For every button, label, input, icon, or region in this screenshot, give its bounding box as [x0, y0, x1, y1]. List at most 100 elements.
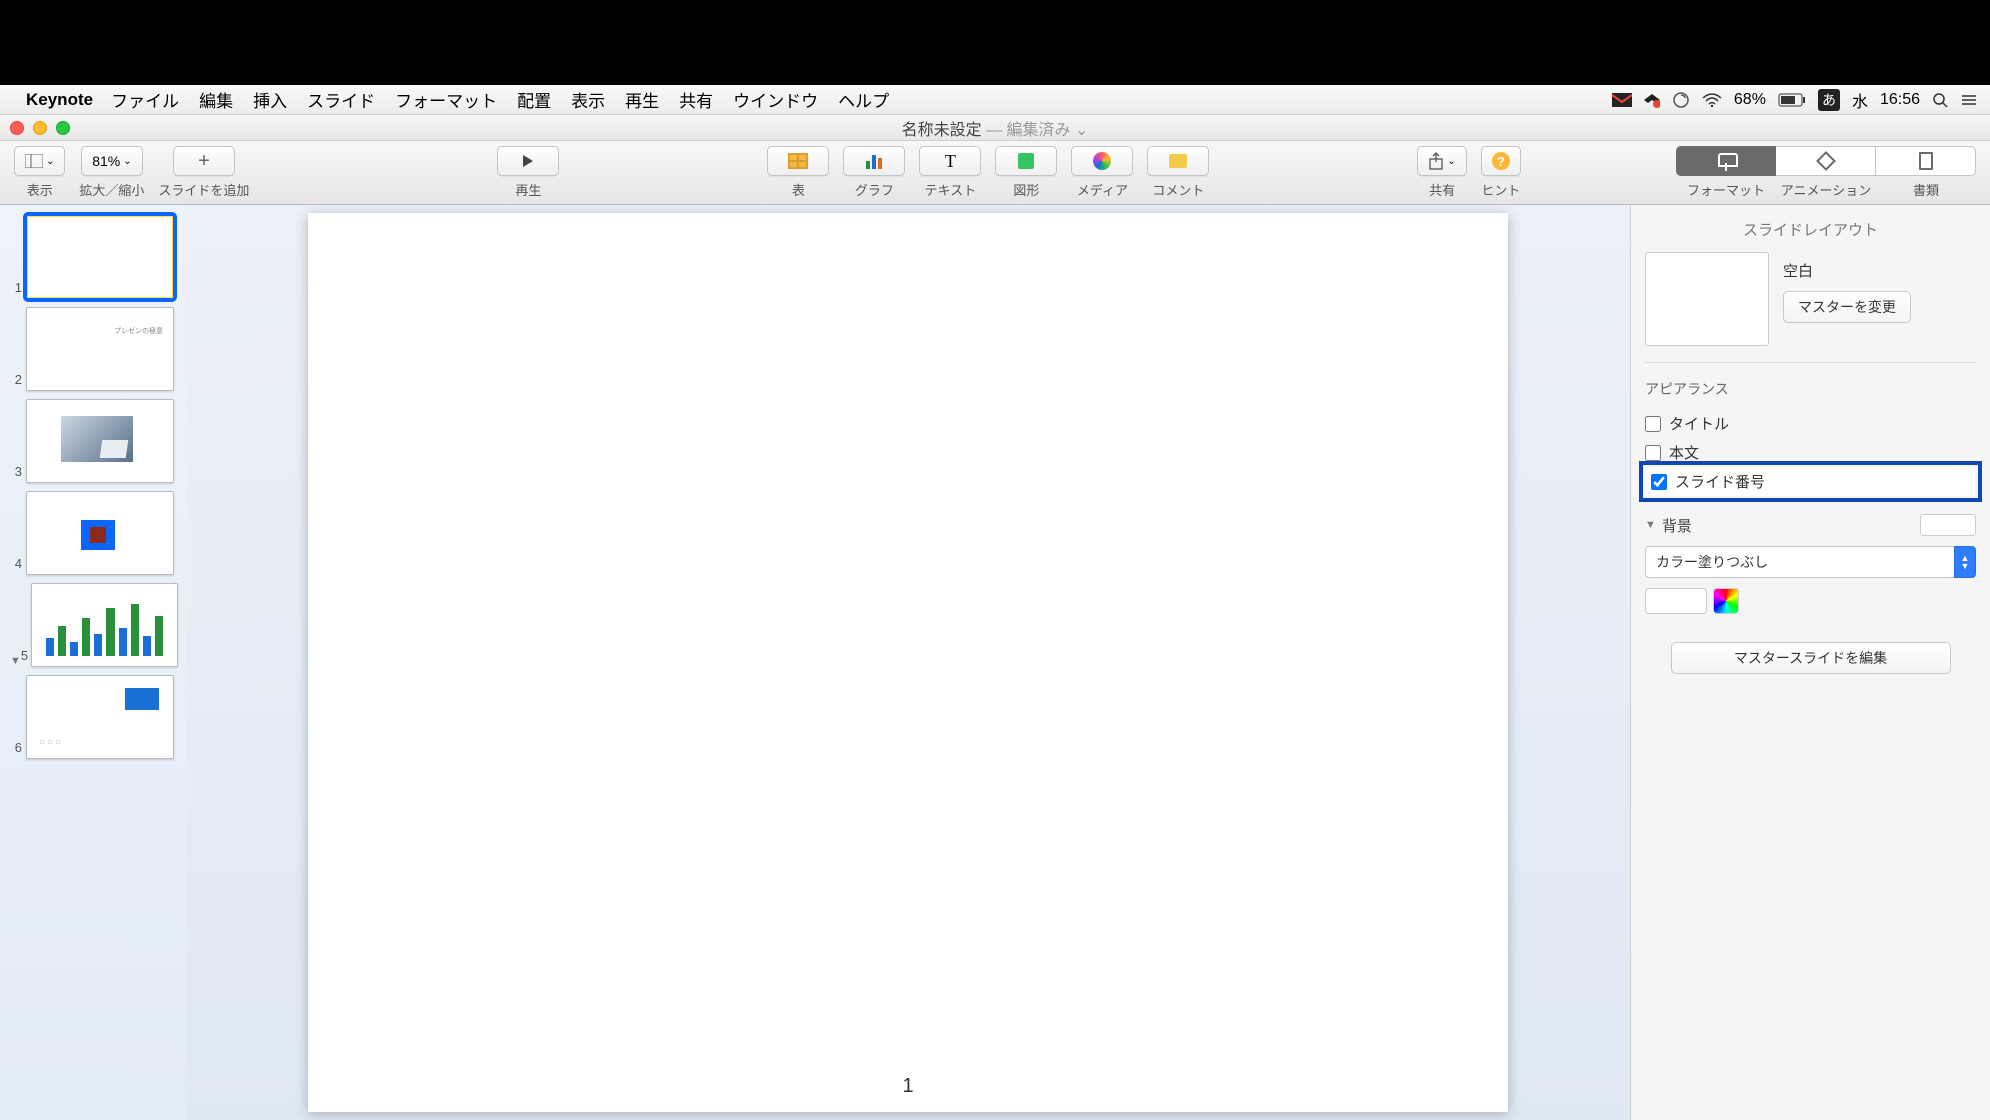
view-button-group: ⌄ 表示: [14, 146, 65, 199]
layout-preview: [1645, 252, 1769, 346]
fill-type-dropdown[interactable]: カラー塗りつぶし ▲▼: [1645, 546, 1976, 578]
menu-help[interactable]: ヘルプ: [838, 87, 889, 112]
slide-navigator[interactable]: 1 2 プレゼンの極意 3 4 ▼ 5: [0, 205, 186, 1120]
hint-button[interactable]: ?: [1481, 146, 1521, 176]
animation-tab[interactable]: [1776, 146, 1876, 176]
slide-number-label: 5: [21, 648, 31, 667]
play-button[interactable]: [497, 146, 559, 176]
format-tab-label: フォーマット: [1676, 180, 1776, 199]
table-button[interactable]: [767, 146, 829, 176]
window-zoom-button[interactable]: [56, 121, 70, 135]
menu-share[interactable]: 共有: [679, 87, 713, 112]
slide-thumbnail[interactable]: ○○○: [26, 675, 174, 759]
collapse-arrow-icon[interactable]: ▼: [4, 655, 21, 667]
menu-window[interactable]: ウインドウ: [733, 87, 818, 112]
chart-button[interactable]: [843, 146, 905, 176]
comment-button[interactable]: [1147, 146, 1209, 176]
clock-day: 水: [1852, 88, 1868, 112]
title-checkbox[interactable]: [1645, 416, 1661, 432]
change-master-button[interactable]: マスターを変更: [1783, 291, 1911, 323]
edit-master-button[interactable]: マスタースライドを編集: [1671, 642, 1951, 674]
slide-thumbnail[interactable]: [31, 583, 178, 667]
hint-label: ヒント: [1481, 180, 1520, 199]
slide-number-label: 1: [4, 280, 26, 299]
window-minimize-button[interactable]: [33, 121, 47, 135]
dropbox-icon[interactable]: [1644, 92, 1660, 108]
slide-thumb-3[interactable]: 3: [0, 395, 186, 487]
ime-indicator[interactable]: あ: [1818, 89, 1840, 111]
slide-thumb-4[interactable]: 4: [0, 487, 186, 579]
zoom-button[interactable]: 81%⌄: [81, 146, 142, 176]
shape-label: 図形: [1013, 180, 1039, 199]
menu-format[interactable]: フォーマット: [395, 87, 497, 112]
slide-thumb-2[interactable]: 2 プレゼンの極意: [0, 303, 186, 395]
slide-number-checkbox-row[interactable]: スライド番号: [1645, 467, 1976, 496]
slide-thumb-6[interactable]: 6 ○○○: [0, 671, 186, 763]
background-disclosure[interactable]: ▼ 背景: [1645, 514, 1976, 536]
background-swatch[interactable]: [1920, 514, 1976, 536]
inspector-tabs: [1676, 146, 1976, 176]
gmail-icon[interactable]: [1612, 93, 1632, 107]
canvas-area[interactable]: 1: [186, 205, 1630, 1120]
thumb-image: [61, 416, 133, 462]
menu-slide[interactable]: スライド: [307, 87, 375, 112]
play-label: 再生: [515, 180, 541, 199]
view-label: 表示: [27, 180, 53, 199]
document-title[interactable]: 名称未設定 — 編集済み ⌄: [902, 116, 1089, 140]
slide-thumbnail[interactable]: プレゼンの極意: [26, 307, 174, 391]
color-well[interactable]: [1645, 588, 1707, 614]
inspector-header: スライドレイアウト: [1645, 215, 1976, 252]
share-label: 共有: [1429, 180, 1455, 199]
media-button[interactable]: [1071, 146, 1133, 176]
wifi-icon[interactable]: [1702, 93, 1722, 107]
doc-icon: [1919, 152, 1933, 170]
share-button[interactable]: ⌄: [1417, 146, 1466, 176]
background-label: 背景: [1662, 515, 1692, 536]
shape-button[interactable]: [995, 146, 1057, 176]
menu-play[interactable]: 再生: [625, 87, 659, 112]
add-slide-button[interactable]: +: [173, 146, 235, 176]
slide-thumbnail[interactable]: [26, 399, 174, 483]
slide-number-label: 2: [4, 372, 26, 391]
view-button[interactable]: ⌄: [14, 146, 65, 176]
slide-number-checkbox[interactable]: [1651, 474, 1667, 490]
app-menu[interactable]: Keynote: [26, 90, 93, 110]
slide-thumb-5[interactable]: ▼ 5: [0, 579, 186, 671]
body-checkbox-row[interactable]: 本文: [1645, 438, 1976, 467]
battery-icon[interactable]: [1778, 93, 1806, 107]
thumb-dots: ○○○: [39, 737, 63, 748]
slide-number-text[interactable]: 1: [902, 1075, 913, 1098]
window-close-button[interactable]: [10, 121, 24, 135]
menu-arrange[interactable]: 配置: [517, 87, 551, 112]
diamond-icon: [1816, 151, 1836, 171]
body-checkbox[interactable]: [1645, 445, 1661, 461]
letterbox: [0, 0, 1990, 85]
slide-thumbnail[interactable]: [26, 215, 174, 299]
slide-number-label: 6: [4, 740, 26, 759]
toolbar: ⌄ 表示 81%⌄ 拡大／縮小 + スライドを追加 再生 表 グラフ Tテキスト…: [0, 141, 1990, 205]
media-icon: [1093, 152, 1111, 170]
spotlight-icon[interactable]: [1932, 92, 1948, 108]
menu-insert[interactable]: 挿入: [253, 87, 287, 112]
document-tab[interactable]: [1876, 146, 1976, 176]
slide-canvas[interactable]: 1: [308, 213, 1508, 1112]
control-center-icon[interactable]: [1960, 93, 1978, 107]
format-tab[interactable]: [1676, 146, 1776, 176]
main-area: 1 2 プレゼンの極意 3 4 ▼ 5: [0, 205, 1990, 1120]
appearance-section-title: アピアランス: [1645, 379, 1976, 399]
screen: Keynote ファイル 編集 挿入 スライド フォーマット 配置 表示 再生 …: [0, 85, 1990, 1120]
sync-icon[interactable]: [1672, 91, 1690, 109]
text-button[interactable]: T: [919, 146, 981, 176]
menu-edit[interactable]: 編集: [199, 87, 233, 112]
thumb-shape: [81, 520, 115, 550]
color-picker-button[interactable]: [1713, 588, 1739, 614]
comment-icon: [1169, 154, 1187, 168]
layout-name: 空白: [1783, 260, 1976, 281]
slide-thumb-1[interactable]: 1: [0, 211, 186, 303]
slide-number-label: 4: [4, 556, 26, 575]
title-checkbox-row[interactable]: タイトル: [1645, 409, 1976, 438]
share-icon: [1428, 152, 1444, 170]
menu-view[interactable]: 表示: [571, 87, 605, 112]
menu-file[interactable]: ファイル: [111, 87, 179, 112]
slide-thumbnail[interactable]: [26, 491, 174, 575]
